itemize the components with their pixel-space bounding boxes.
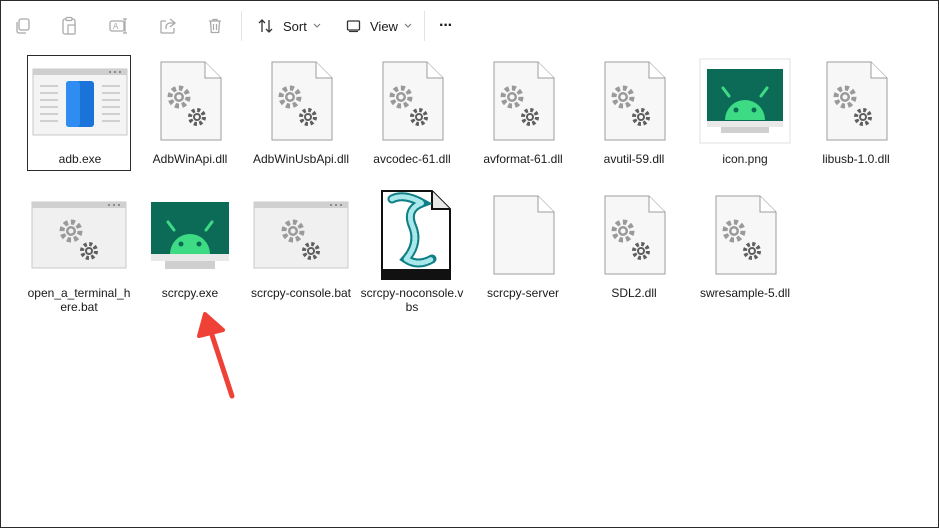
chevron-down-icon bbox=[313, 23, 321, 28]
dll-gear-icon bbox=[693, 189, 797, 281]
file-name: avcodec-61.dll bbox=[373, 152, 451, 166]
vbs-script-icon bbox=[360, 189, 464, 281]
chevron-down-icon bbox=[404, 23, 412, 28]
bat-window-gear-icon bbox=[27, 189, 131, 281]
delete-icon[interactable] bbox=[203, 14, 227, 38]
view-label: View bbox=[370, 18, 398, 34]
more-options-button[interactable]: ··· bbox=[439, 15, 453, 37]
view-button[interactable]: View bbox=[346, 15, 412, 37]
file-name: open_a_terminal_here.bat bbox=[27, 286, 131, 314]
blank-file-icon bbox=[471, 189, 575, 281]
file-name: icon.png bbox=[722, 152, 768, 166]
file-name: avformat-61.dll bbox=[483, 152, 563, 166]
dll-gear-icon bbox=[360, 55, 464, 147]
dll-gear-icon bbox=[249, 55, 353, 147]
file-name: scrcpy-server bbox=[486, 286, 559, 300]
exe-window-icon bbox=[28, 56, 132, 148]
file-item-adb-exe[interactable]: adb.exe bbox=[27, 55, 131, 171]
android-exe-icon bbox=[138, 189, 242, 281]
file-name: scrcpy.exe bbox=[161, 286, 219, 300]
paste-icon[interactable] bbox=[57, 14, 81, 38]
toolbar-separator bbox=[241, 11, 242, 41]
sort-label: Sort bbox=[283, 18, 307, 34]
dll-gear-icon bbox=[582, 189, 686, 281]
file-name: SDL2.dll bbox=[611, 286, 657, 300]
bat-window-gear-icon bbox=[249, 189, 353, 281]
file-name: adb.exe bbox=[58, 152, 102, 166]
red-arrow-annotation bbox=[197, 312, 235, 399]
command-bar: A Sort View ··· bbox=[1, 1, 938, 51]
rename-icon[interactable]: A bbox=[107, 14, 131, 38]
dll-gear-icon bbox=[138, 55, 242, 147]
file-name: scrcpy-noconsole.vbs bbox=[360, 286, 464, 314]
sort-arrows-icon bbox=[258, 19, 273, 33]
dll-gear-icon bbox=[804, 55, 908, 147]
file-name: scrcpy-console.bat bbox=[250, 286, 352, 300]
file-explorer-window: A Sort View ··· adb.exe AdbWinApi.dll Ad… bbox=[0, 0, 939, 528]
file-name: swresample-5.dll bbox=[699, 286, 791, 300]
copy-icon[interactable] bbox=[11, 14, 35, 38]
dll-gear-icon bbox=[582, 55, 686, 147]
sort-button[interactable]: Sort bbox=[257, 15, 321, 37]
dll-gear-icon bbox=[471, 55, 575, 147]
file-name: AdbWinUsbApi.dll bbox=[252, 152, 350, 166]
android-png-icon bbox=[693, 55, 797, 147]
share-icon[interactable] bbox=[156, 14, 180, 38]
toolbar-separator bbox=[424, 11, 425, 41]
svg-text:A: A bbox=[113, 22, 119, 31]
file-name: AdbWinApi.dll bbox=[152, 152, 228, 166]
file-name: libusb-1.0.dll bbox=[822, 152, 890, 166]
file-name: avutil-59.dll bbox=[603, 152, 665, 166]
view-window-icon bbox=[346, 20, 361, 33]
